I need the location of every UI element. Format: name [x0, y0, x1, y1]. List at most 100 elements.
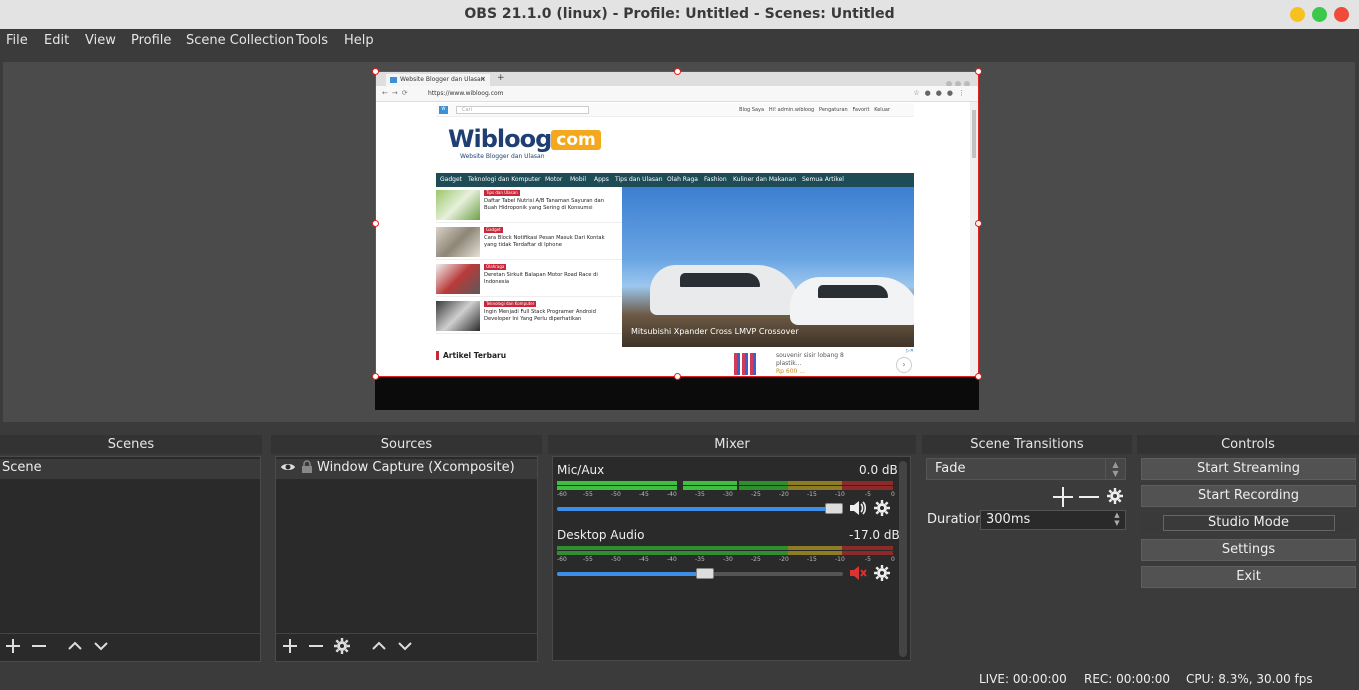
rec-status: REC: 00:00:00	[1084, 672, 1171, 686]
source-item[interactable]: Window Capture (Xcomposite)	[276, 459, 537, 479]
site-tagline: Website Blogger dan Ulasan	[460, 153, 545, 160]
volume-slider-fill	[557, 572, 705, 576]
add-scene-icon[interactable]	[4, 637, 22, 655]
list-item: Teknologi dan Komputer Ingin Menjadi Ful…	[436, 298, 622, 334]
menu-file[interactable]: File	[6, 33, 28, 48]
move-source-down-icon[interactable]	[396, 637, 414, 655]
article-thumbnail	[436, 264, 480, 294]
browser-address-bar: ←→⟳ https://www.wibloog.com ☆●●●⋮	[376, 86, 978, 102]
resize-handle[interactable]	[674, 373, 681, 380]
exit-button[interactable]: Exit	[1141, 566, 1356, 588]
site-small-logo-icon: W	[439, 106, 448, 114]
transition-select[interactable]: Fade ▲ ▼	[926, 458, 1126, 480]
volume-slider[interactable]	[557, 503, 843, 514]
updown-arrows-icon: ▲ ▼	[1105, 459, 1125, 479]
resize-handle[interactable]	[372, 373, 379, 380]
source-label: Window Capture (Xcomposite)	[317, 460, 515, 475]
menu-view[interactable]: View	[85, 33, 116, 48]
volume-meter	[557, 546, 893, 550]
article-thumbnail	[436, 301, 480, 331]
mixer-channel-db: 0.0 dB	[859, 463, 898, 477]
tab-close-icon: ×	[480, 75, 486, 83]
mixer-gear-icon[interactable]	[873, 499, 891, 521]
add-source-icon[interactable]	[281, 637, 299, 655]
start-streaming-button[interactable]: Start Streaming	[1141, 458, 1356, 480]
resize-handle[interactable]	[975, 68, 982, 75]
source-properties-gear-icon[interactable]	[333, 637, 351, 655]
ad-image	[734, 353, 758, 375]
move-scene-down-icon[interactable]	[92, 637, 110, 655]
menu-scene-collection[interactable]: Scene Collection	[186, 33, 294, 48]
resize-handle[interactable]	[372, 68, 379, 75]
volume-meter	[557, 486, 893, 490]
site-top-links: Blog Saya Hi! admin.wibloog Pengaturan F…	[739, 107, 890, 113]
mixer-channel-name: Mic/Aux	[557, 463, 605, 477]
menu-profile[interactable]: Profile	[131, 33, 171, 48]
scenes-dock-title: Scenes	[0, 435, 262, 454]
speaker-icon[interactable]	[849, 500, 867, 520]
site-logo: Wibloog com Website Blogger dan Ulasan	[448, 125, 601, 160]
volume-slider-fill	[557, 507, 834, 511]
lock-icon[interactable]	[301, 460, 313, 478]
article-thumbnail	[436, 227, 480, 257]
resize-handle[interactable]	[372, 220, 379, 227]
article-thumbnail	[436, 190, 480, 220]
studio-mode-button[interactable]: Studio Mode	[1141, 512, 1356, 534]
volume-slider-knob[interactable]	[825, 503, 843, 514]
resize-handle[interactable]	[674, 68, 681, 75]
transitions-dock-title: Scene Transitions	[922, 435, 1132, 454]
duration-value: 300ms	[986, 512, 1031, 527]
maximize-button[interactable]	[1312, 7, 1327, 22]
transition-gear-icon[interactable]	[1106, 487, 1124, 509]
site-logo-main: Wibloog	[448, 125, 552, 153]
window-capture-source[interactable]: Website Blogger dan Ulasan × + ←→⟳ https…	[375, 71, 979, 377]
start-recording-button[interactable]: Start Recording	[1141, 485, 1356, 507]
meter-ticks: -60 -55 -50 -45 -40 -35 -30 -25 -20 -15 …	[557, 491, 895, 498]
ad-choices-icon: ▷✕	[905, 348, 914, 354]
mixer-gear-icon[interactable]	[873, 564, 891, 586]
transition-select-value: Fade	[935, 461, 966, 476]
remove-source-icon[interactable]	[307, 637, 325, 655]
mixer-dock-title: Mixer	[548, 435, 916, 454]
sources-panel: Window Capture (Xcomposite)	[275, 456, 538, 662]
volume-slider[interactable]	[557, 568, 843, 579]
settings-button[interactable]: Settings	[1141, 539, 1356, 561]
preview-area[interactable]: Website Blogger dan Ulasan × + ←→⟳ https…	[3, 62, 1355, 422]
menu-bar: File Edit View Profile Scene Collection …	[0, 29, 1359, 53]
list-item: Tips dan Ulasan Daftar Tabel Nutrisi A/B…	[436, 187, 622, 223]
mixer-channel-name: Desktop Audio	[557, 528, 645, 542]
browser-nav-icons: ←→⟳	[382, 89, 412, 97]
duration-spinbox[interactable]: 300ms ▲ ▼	[980, 510, 1126, 530]
studio-mode-label: Studio Mode	[1208, 515, 1289, 530]
live-status: LIVE: 00:00:00	[979, 672, 1067, 686]
menu-tools[interactable]: Tools	[296, 33, 328, 48]
site-hero-image: Mitsubishi Xpander Cross LMVP Crossover	[622, 187, 914, 347]
favicon-icon	[390, 77, 397, 83]
volume-slider-knob[interactable]	[696, 568, 714, 579]
window-title: OBS 21.1.0 (linux) - Profile: Untitled -…	[464, 6, 895, 22]
site-nav-bar: Gadget Teknologi dan Komputer Motor Mobi…	[436, 173, 914, 187]
move-scene-up-icon[interactable]	[66, 637, 84, 655]
cpu-status: CPU: 8.3%, 30.00 fps	[1186, 672, 1313, 686]
add-transition-icon[interactable]	[1052, 486, 1074, 512]
site-logo-com: com	[551, 130, 601, 150]
menu-help[interactable]: Help	[344, 33, 374, 48]
close-button[interactable]	[1334, 7, 1349, 22]
scene-item[interactable]: Scene	[0, 459, 260, 479]
mixer-scrollbar[interactable]	[899, 461, 907, 657]
move-source-up-icon[interactable]	[370, 637, 388, 655]
resize-handle[interactable]	[975, 373, 982, 380]
menu-edit[interactable]: Edit	[44, 33, 69, 48]
remove-scene-icon[interactable]	[30, 637, 48, 655]
minimize-button[interactable]	[1290, 7, 1305, 22]
resize-handle[interactable]	[975, 220, 982, 227]
visibility-eye-icon[interactable]	[280, 460, 296, 478]
browser-extension-icons: ☆●●●⋮	[913, 89, 970, 97]
hero-caption: Mitsubishi Xpander Cross LMVP Crossover	[631, 327, 799, 336]
mixer-panel: Mic/Aux 0.0 dB -60 -55 -50 -45 -40 -35 -…	[552, 456, 911, 661]
speaker-muted-icon[interactable]	[849, 565, 867, 585]
spin-arrows-icon[interactable]: ▲ ▼	[1109, 511, 1125, 529]
list-item: Olahraga Deretan Sirkuit Balapan Motor R…	[436, 261, 622, 297]
remove-transition-icon[interactable]	[1078, 486, 1100, 512]
meter-ticks: -60 -55 -50 -45 -40 -35 -30 -25 -20 -15 …	[557, 556, 895, 563]
